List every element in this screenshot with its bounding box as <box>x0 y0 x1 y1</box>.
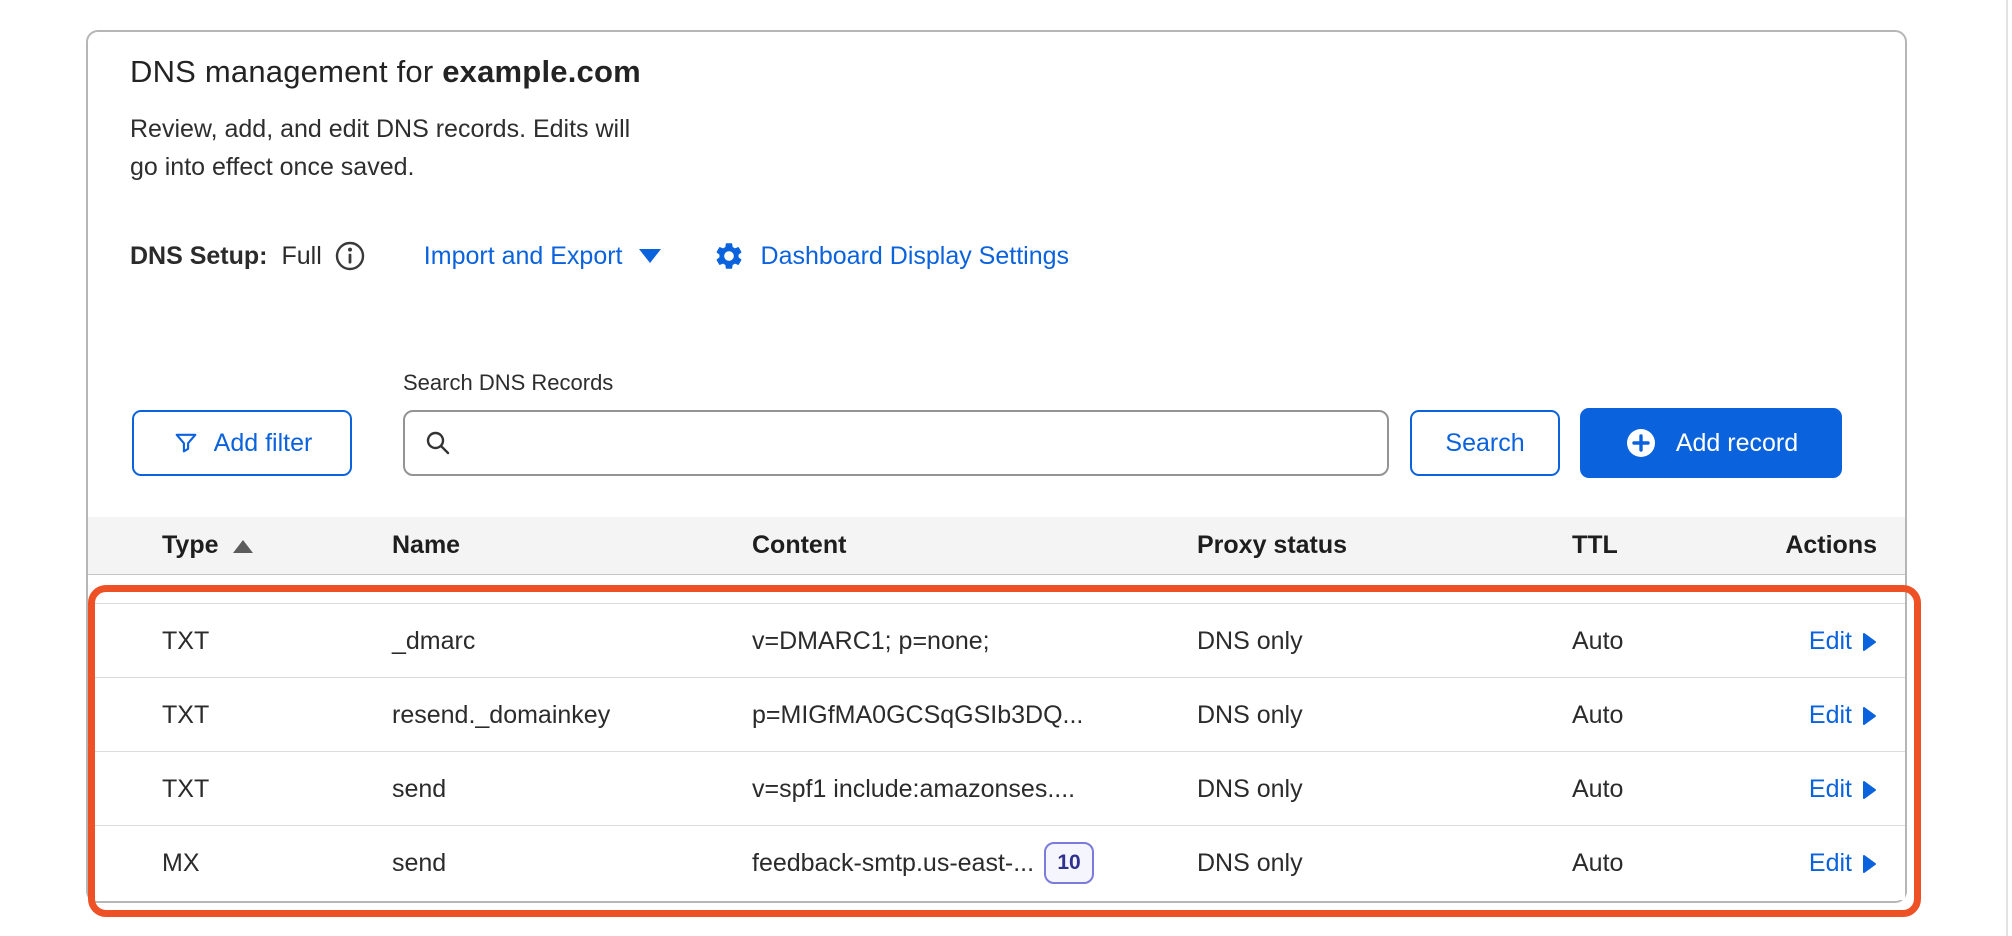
table-row: TXT _dmarc v=DMARC1; p=none; DNS only Au… <box>88 604 1905 678</box>
chevron-right-icon <box>1862 780 1877 800</box>
cell-record-content: p=MIGfMA0GCSqGSIb3DQ... <box>752 678 1083 752</box>
cell-proxy-status: DNS only <box>1197 678 1303 752</box>
column-header-type[interactable]: Type <box>162 517 253 574</box>
add-record-button[interactable]: Add record <box>1580 408 1842 478</box>
funnel-icon <box>172 429 200 457</box>
dashboard-display-settings-label: Dashboard Display Settings <box>761 242 1070 271</box>
page-right-divider <box>2006 0 2008 936</box>
chevron-right-icon <box>1862 706 1877 726</box>
dns-setup-row: DNS Setup: Full Import and Export <box>130 238 1069 274</box>
cell-proxy-status: DNS only <box>1197 604 1303 678</box>
page-description-line2: go into effect once saved. <box>130 153 414 181</box>
cell-proxy-status: DNS only <box>1197 826 1303 900</box>
cell-record-type: TXT <box>162 604 209 678</box>
plus-circle-icon <box>1624 426 1658 460</box>
edit-record-link[interactable]: Edit <box>1809 604 1877 678</box>
cell-ttl: Auto <box>1572 752 1623 826</box>
table-row: TXT resend._domainkey p=MIGfMA0GCSqGSIb3… <box>88 678 1905 752</box>
page-description: Review, add, and edit DNS records. Edits… <box>130 110 630 186</box>
edit-record-link[interactable]: Edit <box>1809 826 1877 900</box>
record-content-text: v=spf1 include:amazonses.... <box>752 775 1075 804</box>
cell-record-content: feedback-smtp.us-east-... 10 <box>752 826 1094 900</box>
edit-label: Edit <box>1809 849 1852 878</box>
dns-management-card: DNS management for example.com Review, a… <box>86 30 1907 903</box>
edit-record-link[interactable]: Edit <box>1809 678 1877 752</box>
dashboard-display-settings-link[interactable]: Dashboard Display Settings <box>713 240 1070 272</box>
chevron-right-icon <box>1862 854 1877 874</box>
table-header: Type Name Content Proxy status TTL Actio… <box>88 517 1905 575</box>
add-filter-button[interactable]: Add filter <box>132 410 352 476</box>
column-header-type-label: Type <box>162 517 219 574</box>
column-header-actions: Actions <box>1785 517 1877 574</box>
cell-record-name: _dmarc <box>392 604 475 678</box>
cell-record-content: v=spf1 include:amazonses.... <box>752 752 1075 826</box>
cell-record-name: send <box>392 826 446 900</box>
search-box <box>403 410 1389 476</box>
record-content-text: v=DMARC1; p=none; <box>752 627 990 656</box>
sort-ascending-icon <box>233 540 253 553</box>
info-icon[interactable] <box>334 240 366 272</box>
cell-record-type: MX <box>162 826 200 900</box>
edit-label: Edit <box>1809 627 1852 656</box>
column-header-proxy-status: Proxy status <box>1197 517 1347 574</box>
import-export-dropdown[interactable]: Import and Export <box>424 242 661 271</box>
edit-record-link[interactable]: Edit <box>1809 752 1877 826</box>
dns-setup-value: Full <box>282 242 322 271</box>
cell-ttl: Auto <box>1572 604 1623 678</box>
cell-record-content: v=DMARC1; p=none; <box>752 604 990 678</box>
cell-ttl: Auto <box>1572 826 1623 900</box>
search-icon <box>423 428 453 458</box>
page-description-line1: Review, add, and edit DNS records. Edits… <box>130 115 630 143</box>
table-body: TXT _dmarc v=DMARC1; p=none; DNS only Au… <box>88 603 1905 900</box>
chevron-right-icon <box>1862 632 1877 652</box>
cell-record-name: resend._domainkey <box>392 678 610 752</box>
table-row: TXT send v=spf1 include:amazonses.... DN… <box>88 752 1905 826</box>
edit-label: Edit <box>1809 701 1852 730</box>
cell-proxy-status: DNS only <box>1197 752 1303 826</box>
import-export-label: Import and Export <box>424 242 623 271</box>
column-header-ttl: TTL <box>1572 517 1618 574</box>
add-record-label: Add record <box>1676 429 1798 458</box>
record-content-text: feedback-smtp.us-east-... <box>752 849 1034 878</box>
cell-record-name: send <box>392 752 446 826</box>
record-content-text: p=MIGfMA0GCSqGSIb3DQ... <box>752 701 1083 730</box>
page-title-prefix: DNS management for <box>130 54 442 89</box>
cell-ttl: Auto <box>1572 678 1623 752</box>
search-input[interactable] <box>465 412 1369 474</box>
domain-name: example.com <box>442 54 641 89</box>
page-title: DNS management for example.com <box>130 54 641 90</box>
search-button[interactable]: Search <box>1410 410 1560 476</box>
search-button-label: Search <box>1445 429 1524 458</box>
cell-record-type: TXT <box>162 678 209 752</box>
dns-management-page: DNS management for example.com Review, a… <box>0 0 2012 936</box>
column-header-content: Content <box>752 517 846 574</box>
dns-setup-label: DNS Setup: <box>130 242 268 271</box>
gear-icon <box>713 240 745 272</box>
cell-record-type: TXT <box>162 752 209 826</box>
search-records-label: Search DNS Records <box>403 370 613 396</box>
table-row: MX send feedback-smtp.us-east-... 10 DNS… <box>88 826 1905 900</box>
edit-label: Edit <box>1809 775 1852 804</box>
add-filter-label: Add filter <box>214 429 313 458</box>
priority-badge: 10 <box>1044 842 1094 884</box>
column-header-name: Name <box>392 517 460 574</box>
chevron-down-icon <box>639 249 661 263</box>
